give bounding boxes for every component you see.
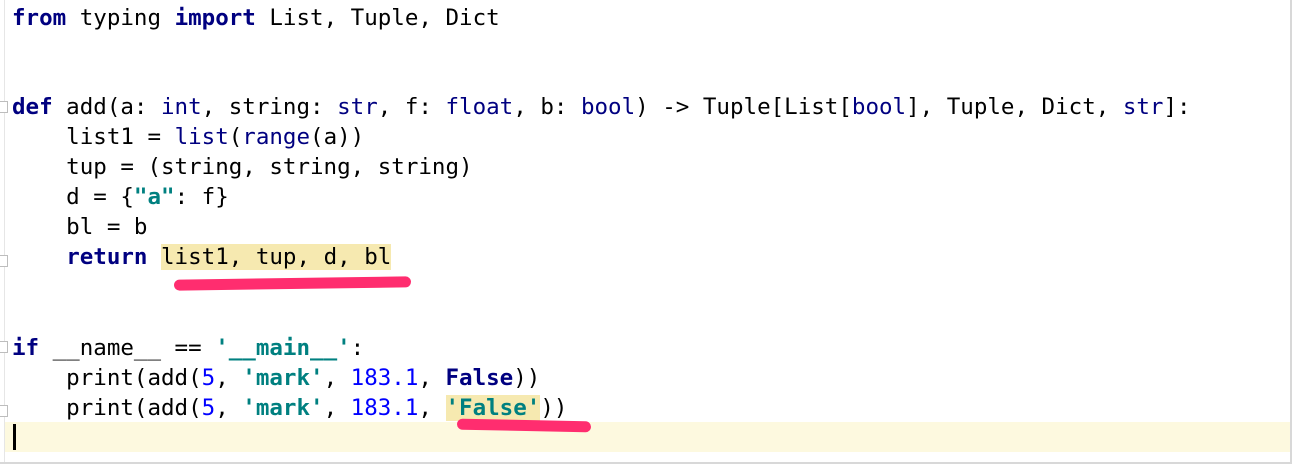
number-literal: 5 bbox=[201, 365, 216, 391]
code-text: ]: bbox=[1163, 94, 1191, 120]
code-text: ( bbox=[228, 124, 243, 150]
code-text: print(add( bbox=[12, 395, 202, 421]
code-text: : bbox=[350, 335, 365, 361]
builtin-type: int bbox=[161, 94, 202, 120]
code-text: , b: bbox=[513, 94, 581, 120]
builtin-type: bool bbox=[580, 94, 636, 120]
text-caret bbox=[13, 424, 16, 450]
code-text: (a)) bbox=[310, 124, 365, 150]
gutter-divider bbox=[4, 0, 5, 462]
fold-marker-if[interactable] bbox=[0, 341, 8, 353]
current-line-highlight bbox=[5, 422, 1290, 452]
builtin-function: list bbox=[174, 124, 229, 150]
code-line-1[interactable]: from typing import List, Tuple, Dict bbox=[12, 3, 500, 33]
code-text: , bbox=[418, 365, 446, 391]
code-text: : f} bbox=[174, 184, 229, 210]
code-text: tup = (string, string, string) bbox=[12, 154, 473, 180]
code-line-def[interactable]: def add(a: int, string: str, f: float, b… bbox=[12, 92, 1191, 122]
number-literal: 183.1 bbox=[350, 365, 419, 391]
highlighted-return-value: list1, tup, d, bl bbox=[161, 244, 392, 270]
builtin-type: bool bbox=[851, 94, 907, 120]
code-text: List, Tuple, Dict bbox=[255, 5, 500, 31]
keyword: if bbox=[12, 335, 40, 361]
code-text: add(a: bbox=[52, 94, 162, 120]
string-literal: 'mark' bbox=[242, 395, 324, 421]
code-line-dict[interactable]: d = {"a": f} bbox=[12, 182, 229, 212]
string-literal: "a" bbox=[133, 184, 175, 210]
string-literal: '__main__' bbox=[215, 335, 351, 361]
code-text: , f: bbox=[377, 94, 446, 120]
highlighted-string-false: 'False' bbox=[445, 395, 541, 421]
keyword: def bbox=[12, 94, 53, 120]
code-text: , string: bbox=[201, 94, 338, 120]
code-text: , bbox=[418, 395, 446, 421]
builtin-type: str bbox=[337, 94, 378, 120]
number-literal: 183.1 bbox=[350, 395, 419, 421]
keyword: False bbox=[445, 365, 514, 391]
code-line-tup[interactable]: tup = (string, string, string) bbox=[12, 152, 473, 182]
code-text: __name__ == bbox=[39, 335, 216, 361]
code-text: list1 = bbox=[12, 124, 175, 150]
code-text: )) bbox=[540, 395, 568, 421]
code-text: typing bbox=[66, 5, 175, 31]
fold-marker-def[interactable] bbox=[0, 101, 8, 113]
fold-marker-if-end[interactable] bbox=[0, 405, 8, 417]
red-underline-annotation bbox=[173, 276, 412, 291]
code-line-list1[interactable]: list1 = list(range(a)) bbox=[12, 122, 364, 152]
code-text: , bbox=[215, 365, 243, 391]
code-text: )) bbox=[513, 365, 541, 391]
code-text: ) -> Tuple[List[ bbox=[635, 94, 852, 120]
code-line-if-main[interactable]: if __name__ == '__main__': bbox=[12, 333, 364, 363]
code-text: ], Tuple, Dict, bbox=[906, 94, 1123, 120]
code-text: print(add( bbox=[12, 365, 202, 391]
code-text: d = { bbox=[12, 184, 134, 210]
code-line-print-1[interactable]: print(add(5, 'mark', 183.1, False)) bbox=[12, 363, 540, 393]
number-literal: 5 bbox=[201, 395, 216, 421]
code-text: , bbox=[323, 395, 351, 421]
code-line-bl[interactable]: bl = b bbox=[12, 212, 147, 242]
code-line-return[interactable]: return list1, tup, d, bl bbox=[12, 242, 392, 272]
keyword: from bbox=[12, 5, 67, 31]
fold-marker-def-end[interactable] bbox=[0, 255, 8, 267]
code-editor[interactable]: from typing import List, Tuple, Dict def… bbox=[0, 0, 1292, 464]
code-text: , bbox=[323, 365, 351, 391]
code-text: bl = b bbox=[12, 214, 148, 240]
keyword: import bbox=[174, 5, 256, 31]
keyword: return bbox=[66, 244, 148, 270]
builtin-type: str bbox=[1122, 94, 1164, 120]
string-literal: 'mark' bbox=[242, 365, 324, 391]
builtin-function: range bbox=[242, 124, 311, 150]
code-text: , bbox=[215, 395, 243, 421]
builtin-type: float bbox=[445, 94, 514, 120]
